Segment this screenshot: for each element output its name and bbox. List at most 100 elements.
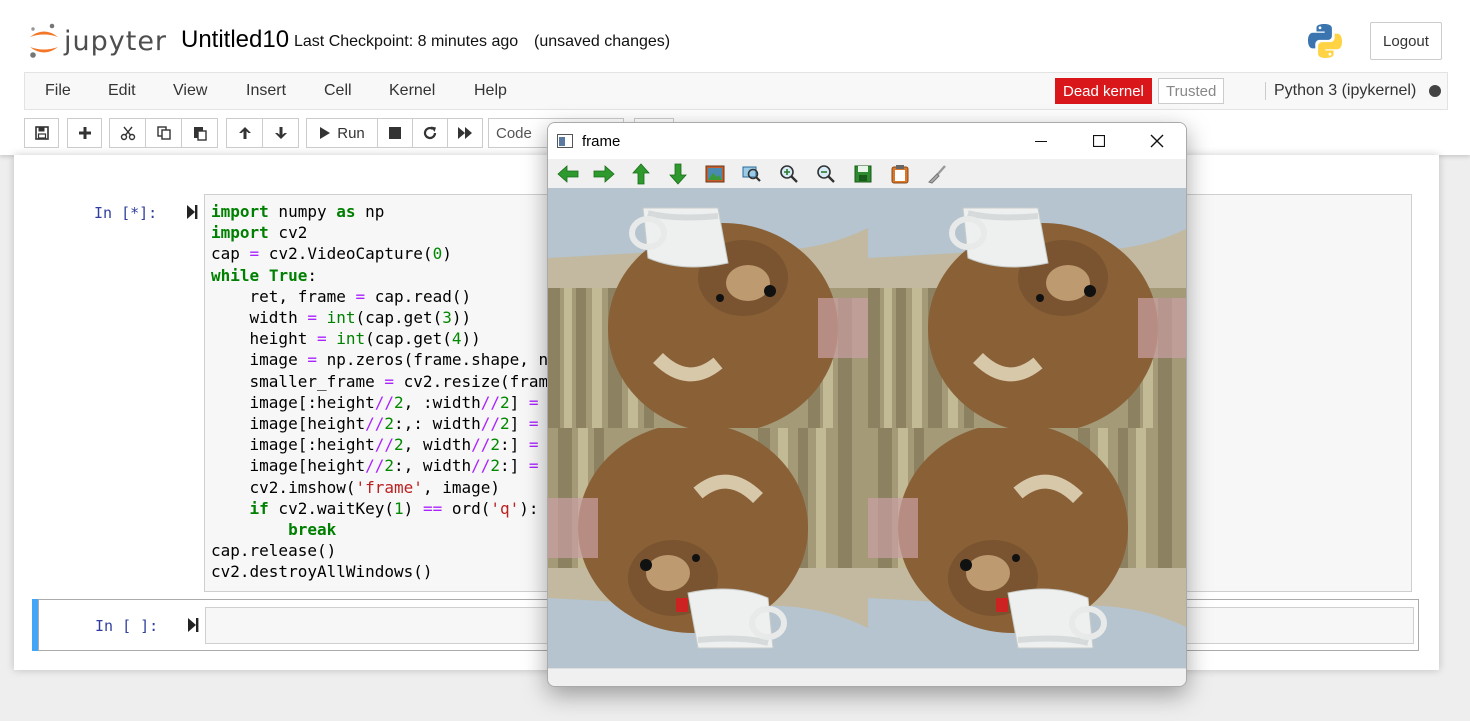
menu-cell[interactable]: Cell <box>324 82 352 100</box>
code-line: image[height//2:,: width//2] = <box>211 414 539 434</box>
minimize-icon <box>1035 141 1047 142</box>
run-button-label: Run <box>337 124 365 142</box>
notebook-name[interactable]: Untitled10 <box>181 26 289 54</box>
arrow-up-icon <box>632 163 650 185</box>
code-line: cap.release() <box>211 541 337 561</box>
arrow-down-icon <box>274 127 287 139</box>
opencv-toolbar <box>548 159 1186 189</box>
zoom-in-icon <box>780 165 798 183</box>
copy-button[interactable] <box>145 118 182 148</box>
run-button[interactable]: Run <box>306 118 378 148</box>
code-line: while True: <box>211 265 317 285</box>
frame-quadrant-bottom-left <box>548 428 868 668</box>
code-line: cap = cv2.VideoCapture(0) <box>211 244 452 264</box>
run-cell-icon[interactable] <box>187 617 199 638</box>
stop-icon <box>389 127 401 139</box>
menu-kernel[interactable]: Kernel <box>389 82 435 100</box>
restart-icon <box>423 126 437 140</box>
jupyter-wordmark: jupyter <box>64 25 168 57</box>
maximize-button[interactable] <box>1070 123 1128 159</box>
jupyter-logo-icon <box>30 23 58 58</box>
menu-edit[interactable]: Edit <box>108 82 136 100</box>
zoom-in-button[interactable] <box>778 163 800 185</box>
kernel-indicator-icon <box>1429 85 1441 97</box>
move-down-button[interactable] <box>262 118 299 148</box>
plus-icon <box>78 127 91 139</box>
menu-help[interactable]: Help <box>474 82 507 100</box>
close-button[interactable] <box>1128 123 1186 159</box>
close-icon <box>1150 134 1164 148</box>
zoom-out-button[interactable] <box>815 163 837 185</box>
checkpoint-status: Last Checkpoint: 8 minutes ago <box>294 33 519 50</box>
save-button[interactable] <box>24 118 59 148</box>
pan-left-button[interactable] <box>557 163 579 185</box>
pan-up-button[interactable] <box>630 163 652 185</box>
save-image-button[interactable] <box>852 163 874 185</box>
opencv-frame-window[interactable]: frame <box>547 122 1187 687</box>
camera-frame-image <box>548 188 1186 668</box>
window-title: frame <box>582 133 621 150</box>
frame-quadrant-top-left <box>548 188 868 428</box>
minimize-button[interactable] <box>1012 123 1070 159</box>
menu-file[interactable]: File <box>45 82 71 100</box>
code-line: import numpy as np <box>211 202 385 221</box>
insert-cell-button[interactable] <box>67 118 102 148</box>
code-line: cv2.destroyAllWindows() <box>211 562 433 582</box>
arrow-right-icon <box>593 165 615 183</box>
save-icon <box>34 126 49 140</box>
copy-clipboard-button[interactable] <box>889 163 911 185</box>
window-app-icon <box>557 134 573 148</box>
frame-quadrant-top-right <box>868 188 1186 428</box>
window-titlebar[interactable]: frame <box>548 123 1186 159</box>
trusted-badge[interactable]: Trusted <box>1158 78 1225 104</box>
jupyter-logo[interactable]: jupyter <box>28 22 167 60</box>
menu-view[interactable]: View <box>173 82 207 100</box>
code-line: if cv2.waitKey(1) == ord('q'): <box>249 498 539 518</box>
kernel-status-badge[interactable]: Dead kernel <box>1055 78 1152 104</box>
play-icon <box>320 127 331 139</box>
maximize-icon <box>1093 135 1105 147</box>
paste-icon <box>193 127 207 141</box>
move-up-button[interactable] <box>226 118 263 148</box>
cut-icon <box>120 126 135 141</box>
code-line: image[:height//2, width//2:] = <box>211 435 539 455</box>
code-line: cv2.imshow('frame', image) <box>211 477 500 497</box>
properties-icon <box>928 165 946 184</box>
cell-prompt: In [ ]: <box>95 617 159 635</box>
code-line: width = int(cap.get(3)) <box>211 308 472 328</box>
cell-prompt: In [*]: <box>94 204 158 222</box>
interrupt-button[interactable] <box>377 118 413 148</box>
image-icon <box>705 165 725 183</box>
run-cell-icon[interactable] <box>186 204 198 225</box>
save-icon <box>854 165 872 183</box>
cut-button[interactable] <box>109 118 146 148</box>
paste-button[interactable] <box>181 118 218 148</box>
code-line: break <box>288 520 337 540</box>
logout-button[interactable]: Logout <box>1370 22 1442 60</box>
pan-down-button[interactable] <box>667 163 689 185</box>
zoom-window-icon <box>742 166 761 182</box>
pan-right-button[interactable] <box>593 163 615 185</box>
window-statusbar <box>548 668 1186 686</box>
code-line: ret, frame = cap.read() <box>211 286 472 306</box>
restart-run-all-button[interactable] <box>447 118 483 148</box>
zoom-actual-button[interactable] <box>741 163 763 185</box>
code-line: height = int(cap.get(4)) <box>211 329 481 349</box>
properties-button[interactable] <box>926 163 948 185</box>
arrow-up-icon <box>238 127 251 139</box>
copy-icon <box>156 126 171 140</box>
menu-insert[interactable]: Insert <box>246 82 286 100</box>
menu-bar: File Edit View Insert Cell Kernel Help D… <box>24 72 1448 110</box>
zoom-out-icon <box>817 165 835 183</box>
code-line: image = np.zeros(frame.shape, n <box>211 350 549 370</box>
code-line: import cv2 <box>211 223 308 243</box>
code-line: smaller_frame = cv2.resize(fram <box>211 371 549 391</box>
code-line: image[height//2:, width//2:] = <box>211 456 539 476</box>
kernel-name: Python 3 (ipykernel) <box>1265 82 1416 100</box>
fast-forward-icon <box>458 127 472 139</box>
zoom-fit-button[interactable] <box>704 163 726 185</box>
arrow-left-icon <box>557 165 579 183</box>
restart-button[interactable] <box>412 118 448 148</box>
arrow-down-icon <box>669 163 687 185</box>
code-line: image[:height//2, :width//2] = <box>211 392 539 412</box>
